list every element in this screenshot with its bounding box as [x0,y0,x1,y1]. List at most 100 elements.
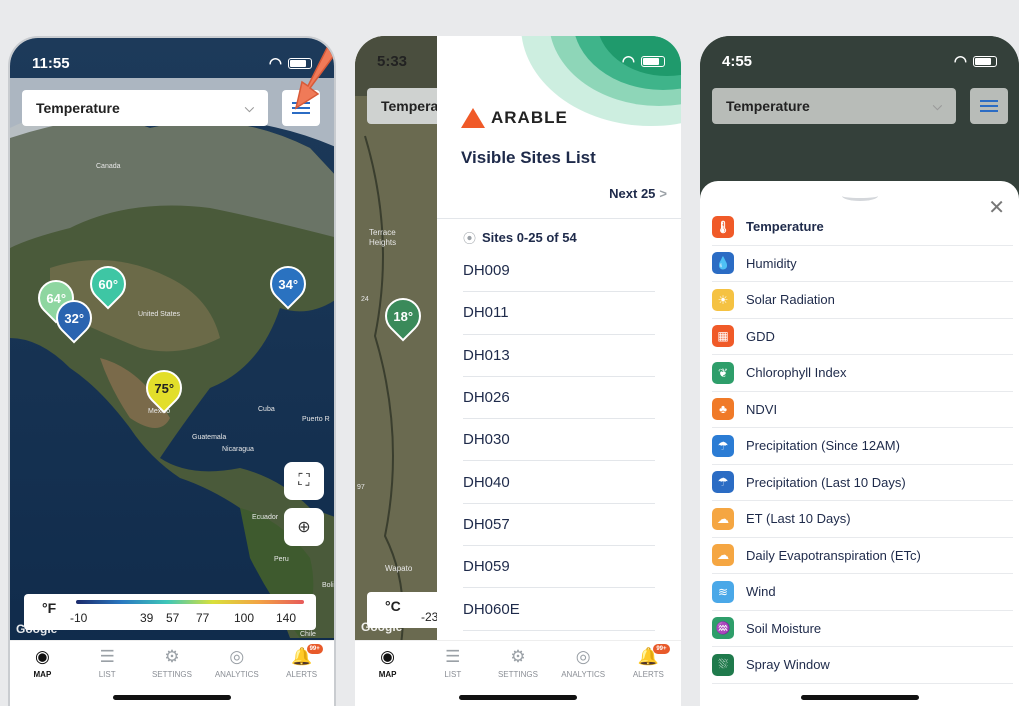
wifi-icon: ◠ [268,55,282,72]
list-icon: ☰ [99,647,115,666]
map-label: Wapato [385,564,413,573]
map-label: Peru [274,556,289,563]
hamburger-icon [980,100,998,112]
status-bar: 4:55 ◠ [722,50,997,72]
thermometer-icon: 🌡 [712,215,734,238]
metric-dropdown-value: Temperature [726,98,810,114]
rain-cloud-icon: ☂ [712,434,734,457]
map-pin-icon: ◉ [34,647,50,666]
page-title: Visible Sites List [461,148,596,167]
legend-unit: °C [385,598,401,614]
map-label: Ecuador [252,514,279,521]
map-label: Nicaragua [222,446,254,453]
metric-option-ndvi[interactable]: ♣ NDVI [712,392,1013,428]
site-row[interactable]: DH060E [463,588,655,631]
sprout-icon: ♣ [712,398,734,421]
metric-option-wind[interactable]: ≋ Wind [712,574,1013,611]
chevron-right-icon: > [659,186,667,201]
status-time: 5:33 [377,52,408,70]
google-watermark: Google [16,622,58,636]
chevron-down-icon: ⌵ [932,98,942,113]
battery-icon [973,55,997,67]
site-list: DH009 DH011 DH013 DH026 DH030 DH040 DH05… [463,250,655,631]
metric-dropdown[interactable]: Temperature ⌵ [22,90,268,126]
legend-tick: -10 [70,611,88,625]
legend-tick: 39 [140,611,154,625]
map-label: Chile [300,631,316,638]
legend-tick: 140 [276,611,297,625]
map-label: 97 [357,484,365,491]
metric-option-precipitation-10-days[interactable]: ☂ Precipitation (Last 10 Days) [712,465,1013,501]
tab-map[interactable]: ◉ MAP [360,647,416,706]
legend-tick: -23 [421,610,439,624]
legend-color-bar [76,600,304,604]
focus-frame-icon: ⛶ [298,472,310,489]
menu-button[interactable] [970,88,1008,124]
map-label: Puerto R [302,416,330,423]
battery-icon [641,55,665,67]
site-row[interactable]: DH026 [463,377,655,420]
alerts-badge: 99+ [653,644,670,654]
status-time: 4:55 [722,52,753,70]
metric-dropdown[interactable]: Temperature ⌵ [712,88,956,124]
divider [437,218,681,219]
spray-icon: ⛆ [712,653,734,676]
arrow-annotation-icon [294,40,334,110]
legend-tick: 77 [196,611,210,625]
metric-option-temperature[interactable]: 🌡 Temperature [712,209,1013,246]
locate-me-button[interactable]: ⊕ [284,508,324,546]
metric-dropdown[interactable]: Tempera [367,88,447,124]
sun-icon: ☀ [712,288,734,311]
metric-option-precipitation-12am[interactable]: ☂ Precipitation (Since 12AM) [712,428,1013,465]
arable-logo: ARABLE [461,108,568,128]
site-row[interactable]: DH030 [463,419,655,462]
map-pin-icon: ◉ [380,647,396,666]
metric-option-humidity[interactable]: 💧 Humidity [712,246,1013,282]
google-watermark: Google [361,620,403,634]
metric-option-daily-etc[interactable]: ☁ Daily Evapotranspiration (ETc) [712,538,1013,574]
metric-option-gdd[interactable]: ▦ GDD [712,319,1013,355]
site-row[interactable]: DH040 [463,461,655,504]
legend-unit: °F [42,600,57,616]
focus-sites-button[interactable]: ⛶ [284,462,324,500]
home-indicator [113,695,231,700]
gear-icon: ⚙ [510,647,526,666]
metric-option-soil-moisture[interactable]: ♒ Soil Moisture [712,611,1013,647]
site-row[interactable]: DH057 [463,504,655,547]
map-label: Cuba [258,406,275,413]
home-indicator [459,695,577,700]
metric-option-spray-window[interactable]: ⛆ Spray Window [712,647,1013,684]
temperature-legend: °F -10 39 57 77 100 140 [24,594,316,630]
wind-icon: ≋ [712,580,734,603]
metric-option-solar-radiation[interactable]: ☀ Solar Radiation [712,282,1013,319]
et-cloud-icon: ☁ [712,507,734,530]
tab-map[interactable]: ◉ MAP [14,647,70,706]
site-row[interactable]: DH059 [463,546,655,589]
wifi-icon: ◠ [953,53,967,70]
phone-sites-list-screen: 5:33 Tempera Terrace Heights Wapato 24 9… [355,36,681,706]
metric-option-list: 🌡 Temperature 💧 Humidity ☀ Solar Radiation … [712,209,1013,684]
arable-logo-icon [461,108,485,128]
map-label: Guatemala [192,434,227,441]
tab-alerts[interactable]: 🔔 ALERTS 99+ [274,644,330,706]
tab-alerts[interactable]: 🔔 ALERTS 99+ [620,644,676,706]
map-label: United States [138,311,181,318]
map-label: Terrace [369,228,396,237]
sheet-grabber[interactable] [841,191,878,201]
location-pin-icon: ⦿ [463,231,477,246]
site-row[interactable]: DH011 [463,292,655,335]
et-cloud-icon: ☁ [712,544,734,567]
analytics-icon: ◎ [575,647,591,666]
metric-option-et-10-days[interactable]: ☁ ET (Last 10 Days) [712,501,1013,538]
analytics-icon: ◎ [229,647,245,666]
site-row[interactable]: DH009 [463,250,655,293]
next-page-button[interactable]: Next 25 > [609,186,667,201]
leaf-icon: ❦ [712,361,734,384]
droplet-icon: 💧 [712,252,734,275]
site-row[interactable]: DH013 [463,335,655,377]
phone-metric-picker-screen: 4:55 ◠ Temperature ⌵ ✕ 🌡 Temperature 💧 Hum… [700,36,1019,706]
soil-moisture-icon: ♒ [712,617,734,640]
map-label: 24 [361,296,369,303]
metric-option-chlorophyll-index[interactable]: ❦ Chlorophyll Index [712,355,1013,392]
legend-tick: 57 [166,611,180,625]
